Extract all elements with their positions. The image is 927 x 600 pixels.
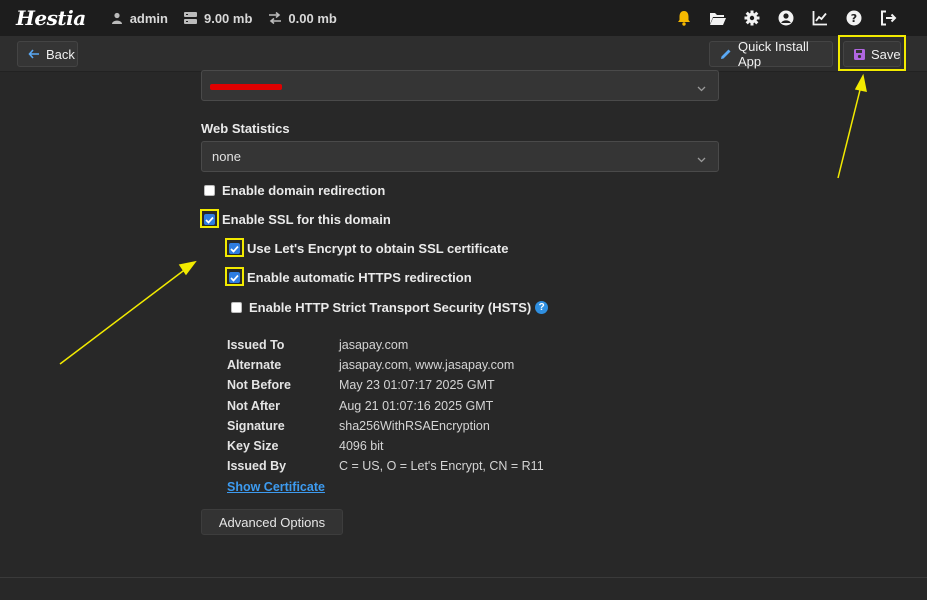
cert-alternate-label: Alternate [227, 358, 282, 372]
transfer-icon [268, 11, 282, 25]
cert-not-before-value: May 23 01:07:17 2025 GMT [339, 378, 495, 392]
arrow-to-save [837, 73, 867, 179]
user-icon [110, 11, 124, 25]
cert-issued-to-value: jasapay.com [339, 338, 409, 352]
quick-install-button[interactable]: Quick Install App [709, 39, 833, 69]
advanced-options-button[interactable]: Advanced Options [201, 509, 343, 535]
gear-icon[interactable] [743, 9, 761, 27]
web-statistics-label: Web Statistics [201, 121, 290, 136]
user-stat[interactable]: admin [110, 11, 168, 26]
https-redirect-label: Enable automatic HTTPS redirection [247, 270, 472, 285]
domain-redirection-checkbox[interactable] [204, 185, 215, 196]
svg-text:?: ? [851, 12, 857, 25]
cert-signature-label: Signature [227, 419, 285, 433]
ssl-label: Enable SSL for this domain [222, 212, 391, 227]
folder-icon[interactable] [709, 9, 727, 27]
footer [0, 577, 927, 600]
web-statistics-select[interactable]: none [201, 141, 719, 172]
cert-alternate-value: jasapay.com, www.jasapay.com [339, 358, 515, 372]
domain-redirection-option[interactable]: Enable domain redirection [204, 183, 385, 198]
logout-icon[interactable] [879, 9, 897, 27]
cert-not-after-value: Aug 21 01:07:16 2025 GMT [339, 399, 494, 413]
hsts-checkbox[interactable] [231, 302, 242, 313]
quick-install-label: Quick Install App [738, 39, 809, 69]
hsts-option[interactable]: Enable HTTP Strict Transport Security (H… [231, 300, 549, 315]
https-redirect-option[interactable]: Enable automatic HTTPS redirection [229, 270, 472, 285]
help-icon[interactable]: ? [535, 301, 549, 314]
back-button[interactable]: Back [17, 41, 78, 67]
show-certificate-link[interactable]: Show Certificate [227, 480, 325, 494]
arrow-to-checkboxes [59, 260, 197, 365]
bandwidth-stat: 0.00 mb [268, 10, 337, 26]
cert-issued-to-label: Issued To [227, 338, 285, 352]
letsencrypt-option[interactable]: Use Let's Encrypt to obtain SSL certific… [229, 241, 508, 256]
cert-issued-by-value: C = US, O = Let's Encrypt, CN = R11 [339, 459, 544, 473]
letsencrypt-checkbox-highlight [225, 238, 244, 257]
web-statistics-value: none [212, 149, 241, 164]
template-select[interactable] [201, 70, 719, 101]
user-circle-icon[interactable] [777, 9, 795, 27]
cert-not-before-label: Not Before [227, 378, 291, 392]
disk-stat: 9.00 mb [184, 11, 252, 26]
action-toolbar: Back Quick Install App Save [0, 36, 927, 72]
chart-icon[interactable] [811, 9, 829, 27]
redaction-mark [210, 84, 282, 90]
cert-key-size-label: Key Size [227, 439, 279, 453]
cert-key-size-value: 4096 bit [339, 439, 384, 453]
pencil-icon [720, 48, 732, 60]
username: admin [129, 10, 168, 26]
domain-redirection-label: Enable domain redirection [222, 183, 386, 198]
chevron-down-icon [697, 151, 706, 166]
save-highlight-box [838, 35, 906, 71]
top-navbar: Hestia admin 9.00 mb 0.00 mb ? [0, 0, 927, 36]
bell-icon[interactable] [675, 9, 693, 27]
cert-issued-by-label: Issued By [227, 459, 287, 473]
arrow-left-icon [28, 49, 40, 59]
back-label: Back [46, 46, 75, 62]
bandwidth-usage: 0.00 mb [288, 10, 337, 26]
letsencrypt-label: Use Let's Encrypt to obtain SSL certific… [247, 241, 509, 256]
hsts-label: Enable HTTP Strict Transport Security (H… [249, 300, 532, 315]
https-redirect-checkbox-highlight [225, 267, 244, 286]
ssl-option[interactable]: Enable SSL for this domain [204, 212, 391, 227]
help-icon[interactable]: ? [845, 9, 863, 27]
disk-usage: 9.00 mb [203, 10, 253, 26]
top-icon-bar: ? [659, 0, 897, 36]
hestia-logo[interactable]: Hestia [16, 6, 86, 30]
cert-signature-value: sha256WithRSAEncryption [339, 419, 490, 433]
ssl-checkbox-highlight [200, 209, 219, 228]
cert-not-after-label: Not After [227, 399, 281, 413]
server-icon [184, 11, 198, 25]
chevron-down-icon [697, 80, 706, 95]
